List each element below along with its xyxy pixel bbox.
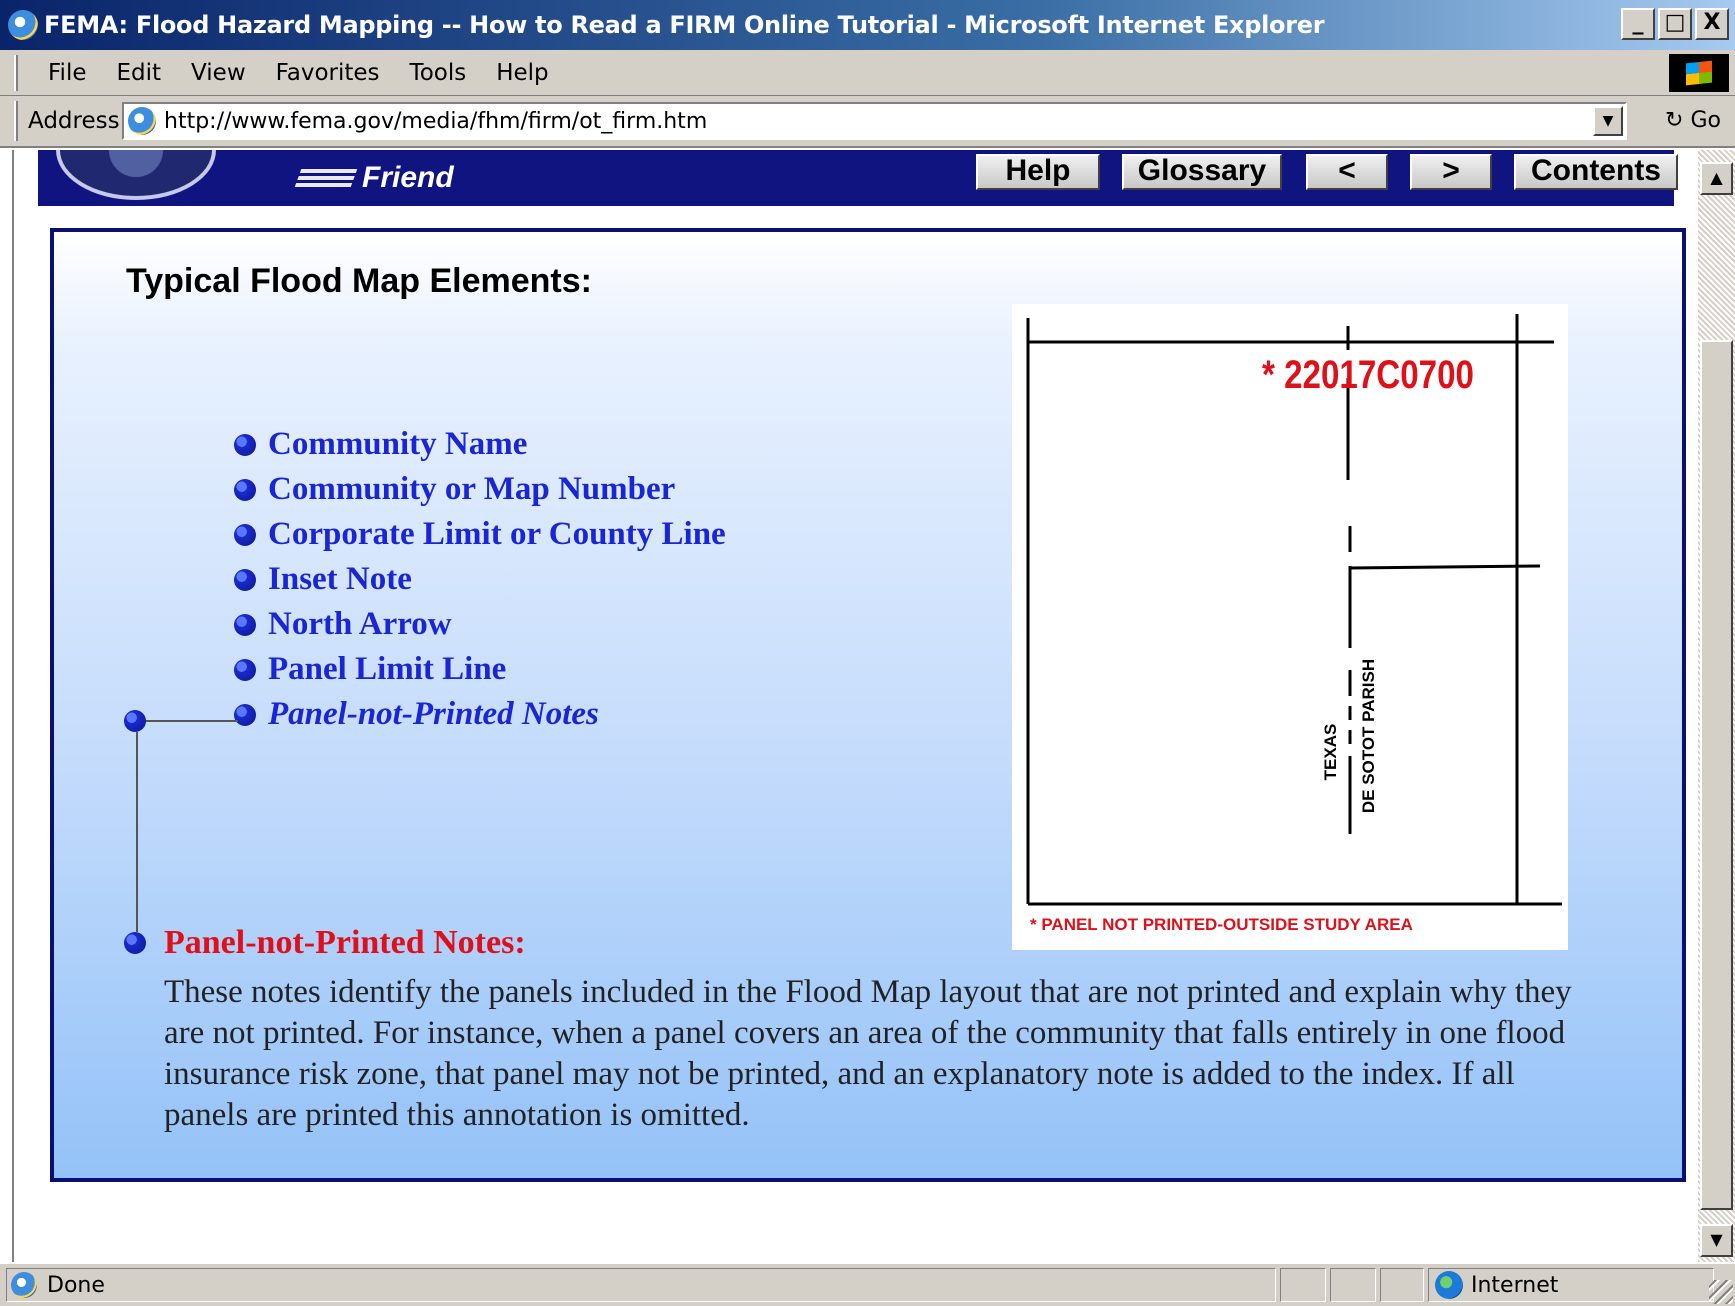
map-elements-list: Community Name Community or Map Number C… <box>234 422 726 737</box>
globe-icon <box>1435 1271 1463 1299</box>
tell-friend-icon <box>293 165 359 191</box>
previous-button[interactable]: < <box>1306 154 1388 190</box>
list-item[interactable]: Community or Map Number <box>234 467 726 512</box>
map-diagram: * 22017C0700 TEXAS DE SOTOT PARISH * PAN… <box>1026 314 1562 934</box>
bullet-icon <box>234 703 256 726</box>
map-label-texas: TEXAS <box>1321 724 1340 781</box>
bullet-icon <box>234 523 256 546</box>
list-item[interactable]: Inset Note <box>234 557 726 602</box>
element-link-inset-note[interactable]: Inset Note <box>268 561 412 598</box>
menu-help[interactable]: Help <box>496 60 548 86</box>
scroll-up-button[interactable]: ▲ <box>1700 162 1733 195</box>
address-bar: Address http://www.fema.gov/media/fhm/fi… <box>0 96 1735 148</box>
address-input[interactable]: http://www.fema.gov/media/fhm/firm/ot_fi… <box>122 102 1627 140</box>
menu-view[interactable]: View <box>191 60 246 86</box>
security-zone-label: Internet <box>1471 1272 1559 1298</box>
scroll-down-button[interactable]: ▼ <box>1700 1224 1733 1257</box>
detail-description: These notes identify the panels included… <box>164 974 1572 1133</box>
title-bar: FEMA: Flood Hazard Mapping -- How to Rea… <box>0 0 1735 50</box>
panel-code-text: * 22017C0700 <box>1262 353 1474 397</box>
window-title: FEMA: Flood Hazard Mapping -- How to Rea… <box>44 11 1325 39</box>
map-footnote: * PANEL NOT PRINTED-OUTSIDE STUDY AREA <box>1030 915 1413 934</box>
bullet-icon <box>234 613 256 636</box>
menu-favorites[interactable]: Favorites <box>276 60 380 86</box>
bullet-icon <box>234 478 256 501</box>
status-pane <box>1380 1268 1424 1302</box>
list-item[interactable]: Panel-not-Printed Notes <box>234 692 726 737</box>
status-pane <box>1280 1268 1326 1302</box>
toolbar-grip[interactable] <box>14 54 18 91</box>
menu-edit[interactable]: Edit <box>117 60 162 86</box>
list-item[interactable]: Community Name <box>234 422 726 467</box>
map-label-parish: DE SOTOT PARISH <box>1359 659 1378 813</box>
list-item[interactable]: Corporate Limit or County Line <box>234 512 726 557</box>
page-icon <box>128 107 156 135</box>
help-button[interactable]: Help <box>976 154 1100 190</box>
glossary-button[interactable]: Glossary <box>1122 154 1282 190</box>
internet-explorer-icon[interactable] <box>8 10 38 40</box>
detail-title: Panel-not-Printed Notes: <box>164 924 526 961</box>
scroll-thumb[interactable] <box>1700 340 1733 1210</box>
go-button[interactable]: ↻ Go <box>1665 108 1721 133</box>
connector-line <box>136 732 138 932</box>
tell-a-friend-link[interactable]: Friend <box>293 150 454 206</box>
bullet-icon <box>234 568 256 591</box>
element-link-north-arrow[interactable]: North Arrow <box>268 606 452 643</box>
list-item[interactable]: North Arrow <box>234 602 726 647</box>
bullet-icon <box>234 433 256 456</box>
page-icon <box>11 1272 37 1298</box>
content-panel: Typical Flood Map Elements: Community Na… <box>50 228 1686 1182</box>
maximize-button[interactable]: □ <box>1658 8 1692 40</box>
element-link-community-name[interactable]: Community Name <box>268 426 527 463</box>
vertical-scrollbar[interactable]: ▲ ▼ <box>1698 150 1735 1262</box>
menu-bar: File Edit View Favorites Tools Help <box>0 50 1735 96</box>
panel-limit-line <box>1349 564 1541 570</box>
connector-line <box>146 720 238 722</box>
security-zone-pane[interactable]: Internet <box>1428 1268 1714 1302</box>
detail-bullet-icon <box>124 932 146 954</box>
windows-logo-icon <box>1669 54 1729 92</box>
flood-map-illustration: * 22017C0700 TEXAS DE SOTOT PARISH * PAN… <box>1012 304 1568 950</box>
element-link-community-number[interactable]: Community or Map Number <box>268 471 675 508</box>
address-dropdown-button[interactable]: ▼ <box>1593 106 1623 136</box>
status-pane <box>1330 1268 1376 1302</box>
address-url[interactable]: http://www.fema.gov/media/fhm/firm/ot_fi… <box>164 109 707 134</box>
connector-bullet-icon <box>124 710 146 732</box>
browser-viewport: Friend Help Glossary < > Contents Typica… <box>12 150 1698 1262</box>
page-header-band: Friend Help Glossary < > Contents <box>38 150 1678 206</box>
status-bar: Done Internet <box>0 1262 1735 1306</box>
minimize-button[interactable]: _ <box>1621 8 1655 40</box>
window-controls: _ □ X <box>1621 8 1729 40</box>
resize-grip-icon[interactable] <box>1709 1280 1733 1304</box>
menu-tools[interactable]: Tools <box>410 60 467 86</box>
menu-file[interactable]: File <box>48 60 87 86</box>
contents-button[interactable]: Contents <box>1514 154 1678 190</box>
status-main-pane: Done <box>6 1268 1276 1302</box>
list-item[interactable]: Panel Limit Line <box>234 647 726 692</box>
address-label: Address <box>28 108 120 134</box>
toolbar-grip[interactable] <box>14 101 18 141</box>
element-link-panel-not-printed[interactable]: Panel-not-Printed Notes <box>268 696 599 733</box>
status-text: Done <box>47 1272 105 1298</box>
close-button[interactable]: X <box>1695 8 1729 40</box>
element-link-panel-limit-line[interactable]: Panel Limit Line <box>268 651 506 688</box>
fema-seal-logo <box>56 150 216 200</box>
go-label: Go <box>1690 108 1721 133</box>
tell-friend-label: Friend <box>362 161 454 194</box>
element-link-corporate-limit[interactable]: Corporate Limit or County Line <box>268 516 726 553</box>
bullet-icon <box>234 658 256 681</box>
next-button[interactable]: > <box>1410 154 1492 190</box>
page-title: Typical Flood Map Elements: <box>126 262 592 300</box>
